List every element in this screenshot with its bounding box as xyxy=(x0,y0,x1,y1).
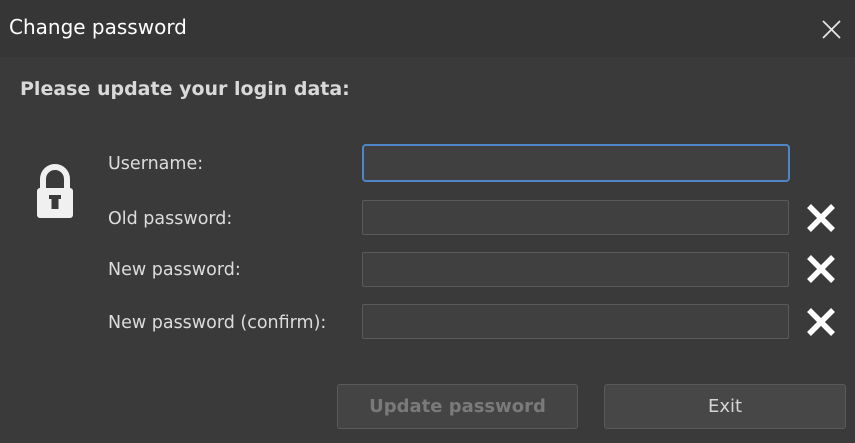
exit-button[interactable]: Exit xyxy=(604,384,846,429)
change-password-dialog: Change password Please update your login… xyxy=(0,0,855,443)
close-button[interactable] xyxy=(807,10,855,50)
username-label: Username: xyxy=(108,154,204,174)
window-title: Change password xyxy=(9,15,187,39)
username-input[interactable] xyxy=(362,144,790,182)
clear-x-icon xyxy=(807,255,835,283)
clear-old-password-button[interactable] xyxy=(804,201,838,235)
lock-icon xyxy=(37,164,73,218)
form-heading: Please update your login data: xyxy=(20,78,350,100)
old-password-label: Old password: xyxy=(108,209,233,229)
confirm-password-label: New password (confirm): xyxy=(108,313,327,333)
title-bar: Change password xyxy=(0,0,855,57)
new-password-label: New password: xyxy=(108,260,241,280)
clear-new-password-button[interactable] xyxy=(804,252,838,286)
new-password-input[interactable] xyxy=(362,252,789,287)
confirm-password-input[interactable] xyxy=(362,304,789,339)
clear-x-icon xyxy=(807,308,835,336)
update-password-button[interactable]: Update password xyxy=(337,384,578,429)
clear-x-icon xyxy=(807,204,835,232)
clear-confirm-password-button[interactable] xyxy=(804,305,838,339)
old-password-input[interactable] xyxy=(362,200,789,235)
close-icon xyxy=(822,20,841,39)
